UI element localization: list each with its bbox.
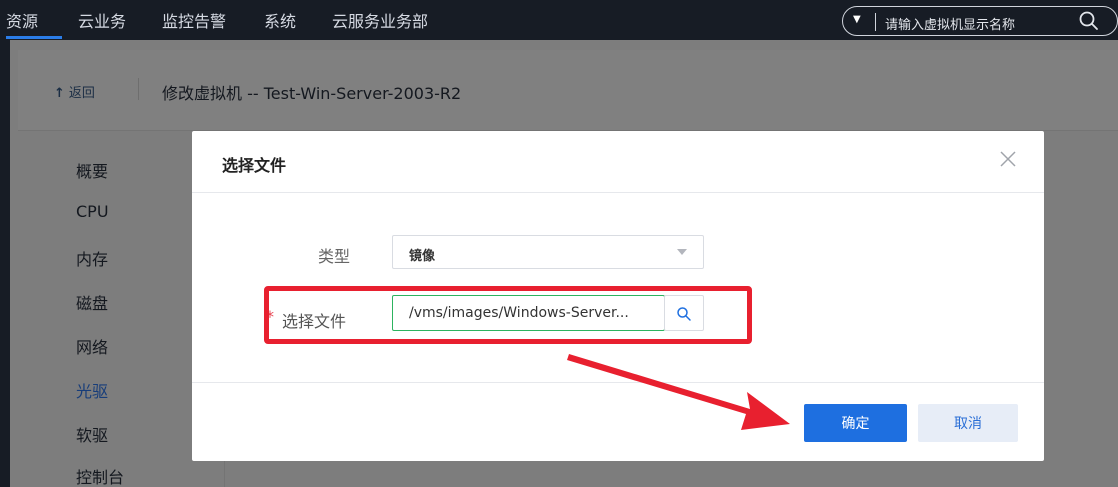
sidebar-item-cpu[interactable]: CPU [76, 202, 109, 221]
confirm-button[interactable]: 确定 [804, 404, 907, 442]
type-label: 类型 [318, 247, 351, 266]
type-select-value: 镜像 [409, 249, 436, 264]
page-title: 修改虚拟机 -- Test-Win-Server-2003-R2 [162, 84, 462, 103]
nav-item-cloud-service-dept[interactable]: 云服务业务部 [332, 8, 428, 32]
type-select[interactable]: 镜像 [392, 235, 704, 269]
dialog-footer-divider [192, 382, 1044, 383]
sidebar-item-network[interactable]: 网络 [76, 334, 108, 358]
dialog-header-divider [192, 192, 1044, 193]
annotation-highlight-box [264, 286, 752, 344]
nav-item-cloud-business[interactable]: 云业务 [78, 8, 126, 32]
chevron-down-icon [677, 249, 687, 255]
search-separator [875, 13, 876, 31]
search-icon[interactable] [1077, 9, 1101, 33]
sidebar-item-floppy[interactable]: 软驱 [76, 422, 108, 446]
left-edge-strip [0, 40, 10, 487]
nav-item-system[interactable]: 系统 [264, 8, 296, 32]
sidebar-item-console[interactable]: 控制台 [76, 464, 124, 487]
sidebar-item-cdrom[interactable]: 光驱 [76, 378, 108, 402]
sidebar-item-disk[interactable]: 磁盘 [76, 290, 108, 314]
vm-search-box[interactable]: ▼ 请输入虚拟机显示名称 [842, 6, 1118, 36]
header-separator [138, 78, 139, 100]
sidebar-item-memory[interactable]: 内存 [76, 246, 108, 270]
back-label: 返回 [68, 86, 95, 101]
top-nav-bar: 资源 云业务 监控告警 系统 云服务业务部 ▼ 请输入虚拟机显示名称 [0, 0, 1118, 40]
dialog-title: 选择文件 [222, 156, 287, 175]
close-icon[interactable] [998, 149, 1018, 169]
search-scope-dropdown-icon[interactable]: ▼ [853, 14, 861, 25]
nav-item-monitoring[interactable]: 监控告警 [162, 8, 226, 32]
back-arrow-icon: ↑ [54, 86, 65, 101]
search-input[interactable]: 请输入虚拟机显示名称 [885, 14, 1015, 33]
select-file-dialog: 选择文件 类型 镜像 * 选择文件 /vms/images/Windows-Se… [192, 131, 1044, 461]
nav-active-indicator [6, 36, 62, 39]
sidebar-item-overview[interactable]: 概要 [76, 158, 108, 182]
nav-item-resources[interactable]: 资源 [6, 8, 38, 32]
cancel-button[interactable]: 取消 [918, 404, 1018, 442]
back-link[interactable]: ↑ 返回 [54, 82, 95, 101]
